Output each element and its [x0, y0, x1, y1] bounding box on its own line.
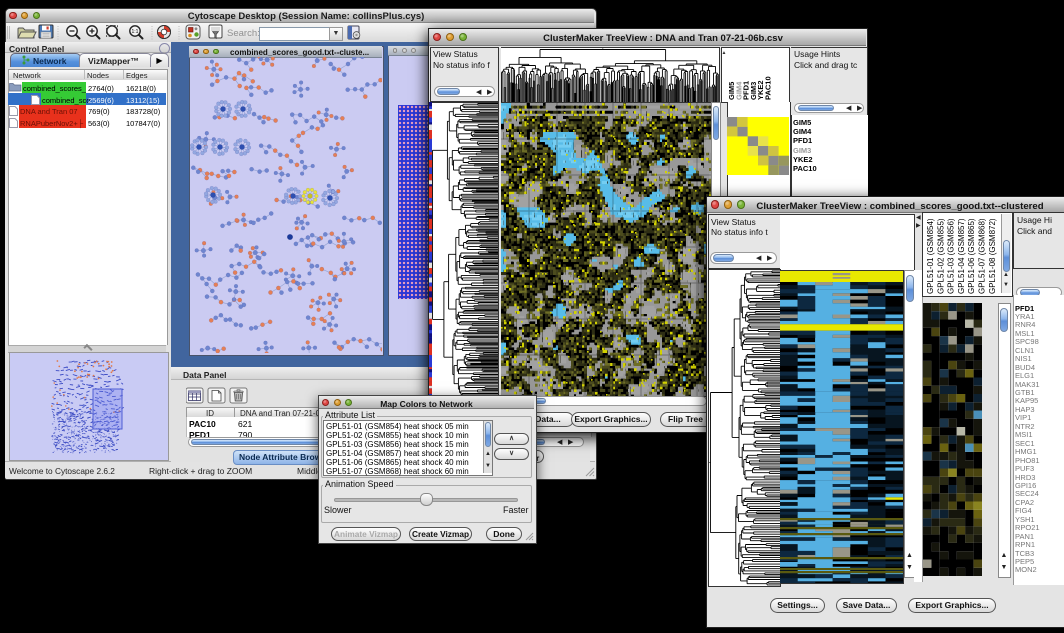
svg-text:1:1: 1:1	[132, 29, 139, 35]
svg-text:PAC10: PAC10	[764, 76, 773, 100]
svg-text:GPL51-01 (GSM854): GPL51-01 (GSM854)	[926, 218, 935, 294]
svg-text:GPL51-08 (GSM872): GPL51-08 (GSM872)	[988, 218, 997, 294]
svg-text:GPL51-04 (GSM857): GPL51-04 (GSM857)	[957, 218, 966, 294]
svg-text:GPL51-06 (GSM865): GPL51-06 (GSM865)	[967, 218, 976, 294]
svg-text:GPL51-02 (GSM855): GPL51-02 (GSM855)	[936, 218, 945, 294]
svg-text:GPL51-07 (GSM868): GPL51-07 (GSM868)	[978, 218, 987, 294]
svg-text:GPL51-03 (GSM856): GPL51-03 (GSM856)	[947, 218, 956, 294]
